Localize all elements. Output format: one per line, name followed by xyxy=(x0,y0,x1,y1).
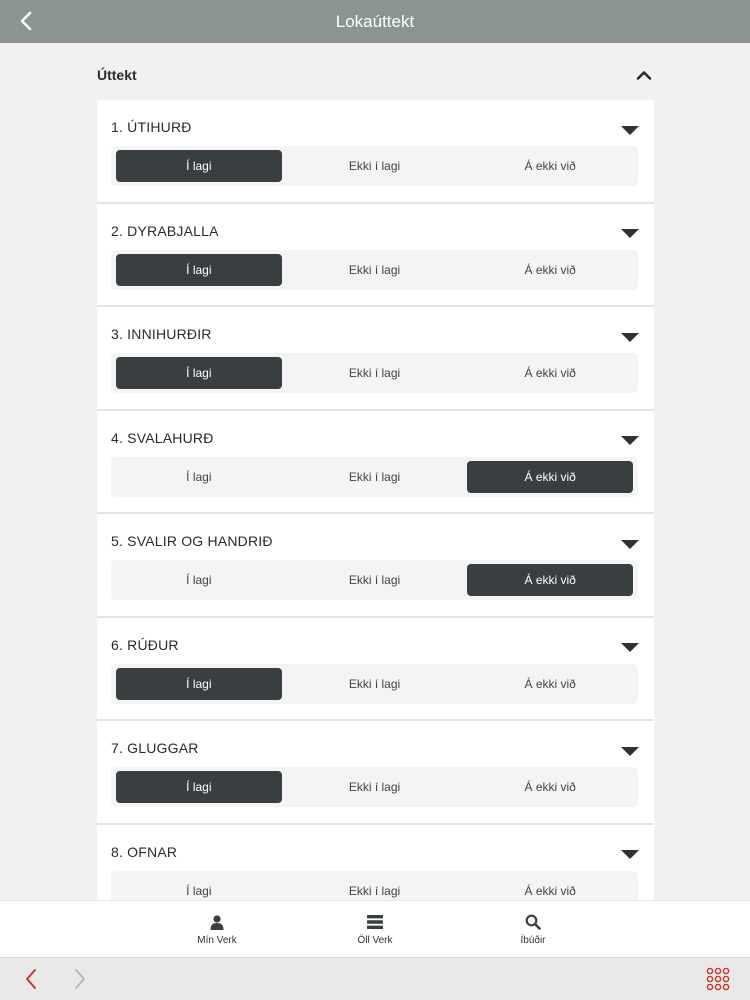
option-i-lagi[interactable]: Í lagi xyxy=(116,564,282,596)
item-title: 3. INNIHURÐIR xyxy=(111,326,212,342)
option-a-ekki-vid[interactable]: Á ekki við xyxy=(467,150,633,182)
browser-forward-icon xyxy=(75,969,85,989)
item-title: 7. GLUGGAR xyxy=(111,740,199,756)
caret-down-icon[interactable] xyxy=(620,538,640,550)
browser-back-button[interactable] xyxy=(19,967,43,991)
status-segmented-control: Í lagi Ekki í lagi Á ekki við xyxy=(111,456,638,497)
checklist-item: 6. RÚÐUR Í lagi Ekki í lagi Á ekki við xyxy=(97,617,654,721)
item-title: 6. RÚÐUR xyxy=(111,636,179,653)
checklist-item: 2. DYRABJALLA Í lagi Ekki í lagi Á ekki við xyxy=(97,203,654,307)
option-ekki-i-lagi[interactable]: Ekki í lagi xyxy=(292,875,458,901)
caret-down-icon[interactable] xyxy=(620,124,640,136)
page-title: Lokaúttekt xyxy=(335,11,415,31)
section-label: Úttekt xyxy=(97,67,137,83)
item-title: 2. DYRABJALLA xyxy=(111,222,219,239)
caret-down-icon[interactable] xyxy=(620,849,640,861)
checklist-item: 8. OFNAR Í lagi Ekki í lagi Á ekki við xyxy=(97,824,654,901)
caret-down-icon[interactable] xyxy=(620,228,640,240)
content-area: Úttekt 1. ÚTIHURÐ Í lagi Ekki í lagi Á ekki… xyxy=(0,43,750,900)
option-i-lagi[interactable]: Í lagi xyxy=(116,771,282,803)
option-a-ekki-vid[interactable]: Á ekki við xyxy=(467,771,633,803)
tab-label: Öll Verk xyxy=(357,935,393,946)
browser-back-icon xyxy=(26,969,36,989)
checklist-item: 4. SVALAHURÐ Í lagi Ekki í lagi Á ekki við xyxy=(97,410,654,514)
status-segmented-control: Í lagi Ekki í lagi Á ekki við xyxy=(111,249,638,290)
browser-forward-button[interactable] xyxy=(68,967,92,991)
tab-label: Mín Verk xyxy=(197,935,237,946)
browser-menu-button[interactable] xyxy=(706,967,730,991)
tab-bar: Mín Verk Öll Verk Íbúðir xyxy=(0,900,750,957)
option-i-lagi[interactable]: Í lagi xyxy=(116,875,282,901)
option-a-ekki-vid[interactable]: Á ekki við xyxy=(467,564,634,596)
option-ekki-i-lagi[interactable]: Ekki í lagi xyxy=(292,150,458,182)
item-title: 5. SVALIR OG HANDRIÐ xyxy=(111,533,273,549)
option-a-ekki-vid[interactable]: Á ekki við xyxy=(467,875,633,901)
option-ekki-i-lagi[interactable]: Ekki í lagi xyxy=(292,254,458,286)
status-segmented-control: Í lagi Ekki í lagi Á ekki við xyxy=(111,353,638,393)
caret-down-icon[interactable] xyxy=(620,642,640,654)
option-ekki-i-lagi[interactable]: Ekki í lagi xyxy=(292,357,458,389)
section-header[interactable]: Úttekt xyxy=(97,63,657,87)
status-segmented-control: Í lagi Ekki í lagi Á ekki við xyxy=(111,560,638,600)
status-segmented-control: Í lagi Ekki í lagi Á ekki við xyxy=(111,663,638,704)
tab-ibudir[interactable]: Íbúðir xyxy=(488,913,578,946)
back-button[interactable] xyxy=(14,9,38,33)
search-icon xyxy=(524,913,542,931)
option-ekki-i-lagi[interactable]: Ekki í lagi xyxy=(292,668,458,700)
app-header: Lokaúttekt xyxy=(0,0,750,43)
status-segmented-control: Í lagi Ekki í lagi Á ekki við xyxy=(111,767,638,807)
option-a-ekki-vid[interactable]: Á ekki við xyxy=(467,668,633,700)
option-ekki-i-lagi[interactable]: Ekki í lagi xyxy=(292,771,458,803)
option-a-ekki-vid[interactable]: Á ekki við xyxy=(467,357,633,389)
checklist: 1. ÚTIHURÐ Í lagi Ekki í lagi Á ekki við 2. … xyxy=(97,100,654,900)
status-segmented-control: Í lagi Ekki í lagi Á ekki við xyxy=(111,146,638,186)
option-a-ekki-vid[interactable]: Á ekki við xyxy=(467,254,633,286)
user-icon xyxy=(208,913,226,931)
item-title: 4. SVALAHURÐ xyxy=(111,429,214,446)
item-title: 8. OFNAR xyxy=(111,843,178,860)
option-i-lagi[interactable]: Í lagi xyxy=(116,253,282,286)
checklist-item: 1. ÚTIHURÐ Í lagi Ekki í lagi Á ekki við xyxy=(97,100,654,204)
tab-label: Íbúðir xyxy=(520,935,546,946)
tab-oll-verk[interactable]: Öll Verk xyxy=(330,913,420,946)
option-a-ekki-vid[interactable]: Á ekki við xyxy=(467,460,634,493)
chevron-up-icon[interactable] xyxy=(632,63,656,87)
browser-toolbar xyxy=(0,957,750,1000)
caret-down-icon[interactable] xyxy=(620,745,640,757)
tab-min-verk[interactable]: Mín Verk xyxy=(172,913,262,946)
option-i-lagi[interactable]: Í lagi xyxy=(116,667,282,700)
caret-down-icon[interactable] xyxy=(620,435,640,447)
checklist-item: 7. GLUGGAR Í lagi Ekki í lagi Á ekki við xyxy=(97,721,654,825)
list-icon xyxy=(366,913,384,931)
chevron-left-icon xyxy=(20,11,32,31)
item-title: 1. ÚTIHURÐ xyxy=(111,119,192,135)
grid-menu-icon xyxy=(706,967,730,991)
checklist-item: 5. SVALIR OG HANDRIÐ Í lagi Ekki í lagi Á e… xyxy=(97,514,654,618)
option-ekki-i-lagi[interactable]: Ekki í lagi xyxy=(292,461,458,493)
caret-down-icon[interactable] xyxy=(620,331,640,343)
option-i-lagi[interactable]: Í lagi xyxy=(116,461,282,493)
option-i-lagi[interactable]: Í lagi xyxy=(116,357,282,389)
checklist-item: 3. INNIHURÐIR Í lagi Ekki í lagi Á ekki við xyxy=(97,307,654,411)
status-segmented-control: Í lagi Ekki í lagi Á ekki við xyxy=(111,870,638,901)
option-i-lagi[interactable]: Í lagi xyxy=(116,150,282,182)
option-ekki-i-lagi[interactable]: Ekki í lagi xyxy=(292,564,458,596)
